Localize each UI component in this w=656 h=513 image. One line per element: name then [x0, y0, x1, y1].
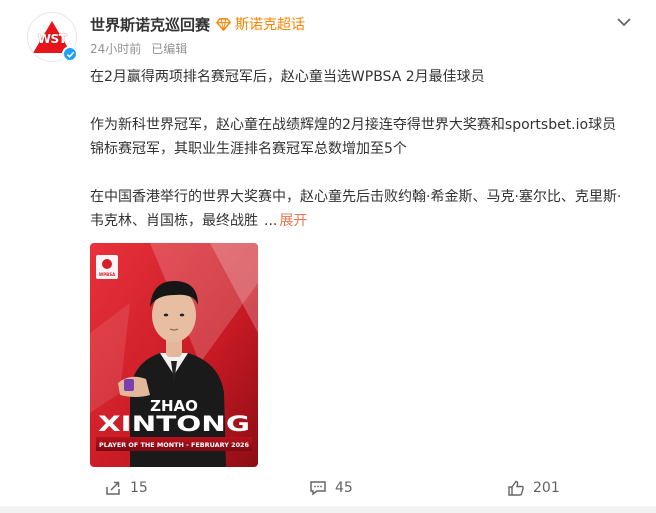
post-image[interactable]: WPBSA ZHAO XINTONG PLAYER OF THE MONTH -…: [90, 243, 258, 467]
comment-count: 45: [335, 480, 353, 496]
more-options-button[interactable]: [614, 12, 634, 32]
edited-label[interactable]: 已编辑: [151, 40, 187, 57]
expand-link[interactable]: 展开: [279, 213, 307, 229]
avatar-logo-text: WST: [37, 32, 67, 46]
author-name[interactable]: 世界斯诺克巡回赛: [90, 14, 210, 35]
player-of-month-graphic: WPBSA ZHAO XINTONG PLAYER OF THE MONTH -…: [90, 243, 258, 467]
topic-badge[interactable]: 斯诺克超话: [216, 14, 305, 34]
post-time[interactable]: 24小时前: [90, 40, 141, 57]
weibo-post-card: WST 世界斯诺克巡回赛 斯诺克超话 24小时前 已编辑 在2月赢得两项排名赛冠…: [0, 0, 656, 513]
post-paragraph: 作为新科世界冠军，赵心童在战绩辉煌的2月接连夺得世界大奖赛和sportsbet.…: [90, 117, 617, 157]
share-icon: [106, 481, 120, 495]
ellipsis: ...: [264, 213, 278, 229]
chevron-down-icon: [617, 18, 631, 27]
card-divider: [0, 506, 656, 513]
post-paragraph: 在2月赢得两项排名赛冠军后，赵心童当选WPBSA 2月最佳球员: [90, 69, 485, 85]
post-paragraph-last: 在中国香港举行的世界大奖赛中，赵心童先后击败约翰·希金斯、马克·塞尔比、克里斯·…: [90, 185, 630, 233]
comment-icon: [310, 481, 326, 496]
post-text: 在2月赢得两项排名赛冠军后，赵心童当选WPBSA 2月最佳球员 作为新科世界冠军…: [90, 65, 630, 233]
like-count: 201: [533, 480, 560, 496]
topic-badge-label: 斯诺克超话: [235, 17, 305, 33]
comment-button[interactable]: 45: [309, 470, 353, 506]
verified-icon: [62, 46, 78, 62]
post-actions: 15 45 201: [0, 470, 656, 506]
diamond-icon: [216, 17, 231, 31]
share-button[interactable]: 15: [104, 470, 148, 506]
image-logo-text: WPBSA: [99, 272, 116, 277]
thumbs-up-icon: [508, 480, 524, 496]
post-meta: 24小时前 已编辑: [90, 40, 187, 57]
image-banner-text: PLAYER OF THE MONTH - FEBRUARY 2026: [99, 442, 249, 449]
image-name-line2: XINTONG: [98, 412, 250, 436]
like-button[interactable]: 201: [507, 470, 560, 506]
post-paragraph-text: 在中国香港举行的世界大奖赛中，赵心童先后击败约翰·希金斯、马克·塞尔比、克里斯·…: [90, 189, 622, 229]
share-count: 15: [130, 480, 148, 496]
